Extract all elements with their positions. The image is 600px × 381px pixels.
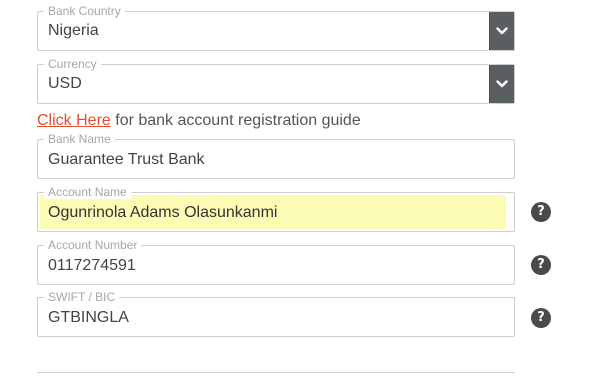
currency-value: USD (48, 75, 82, 92)
account-name-label: Account Name (44, 185, 131, 199)
swift-bic-field[interactable]: SWIFT / BIC GTBINGLA (37, 290, 515, 337)
bank-country-select[interactable]: Bank Country Nigeria (37, 4, 515, 51)
swift-bic-label: SWIFT / BIC (44, 290, 120, 304)
currency-label: Currency (44, 57, 101, 71)
currency-dropdown-button[interactable] (489, 65, 514, 103)
currency-select[interactable]: Currency USD (37, 57, 515, 104)
account-number-value: 0117274591 (48, 257, 136, 274)
registration-guide-text: Click Here for bank account registration… (37, 112, 361, 130)
bank-name-label: Bank Name (44, 132, 115, 146)
account-number-field[interactable]: Account Number 0117274591 (37, 238, 515, 285)
account-name-field[interactable]: Account Name Ogunrinola Adams Olasunkanm… (37, 185, 515, 232)
account-number-help-icon[interactable]: ? (531, 255, 551, 275)
bank-country-dropdown-button[interactable] (489, 12, 514, 50)
swift-bic-value: GTBINGLA (48, 309, 129, 326)
bank-name-value: Guarantee Trust Bank (48, 151, 205, 168)
chevron-down-icon (496, 27, 508, 35)
chevron-down-icon (496, 80, 508, 88)
click-here-link[interactable]: Click Here (37, 112, 111, 129)
bottom-divider (37, 372, 515, 373)
guide-description: for bank account registration guide (110, 112, 361, 129)
account-name-value: Ogunrinola Adams Olasunkanmi (48, 204, 278, 221)
swift-bic-help-icon[interactable]: ? (531, 308, 551, 328)
bank-name-field[interactable]: Bank Name Guarantee Trust Bank (37, 132, 515, 179)
bank-country-label: Bank Country (44, 4, 125, 18)
account-name-help-icon[interactable]: ? (531, 202, 551, 222)
account-number-label: Account Number (44, 238, 142, 252)
bank-country-value: Nigeria (48, 22, 99, 39)
